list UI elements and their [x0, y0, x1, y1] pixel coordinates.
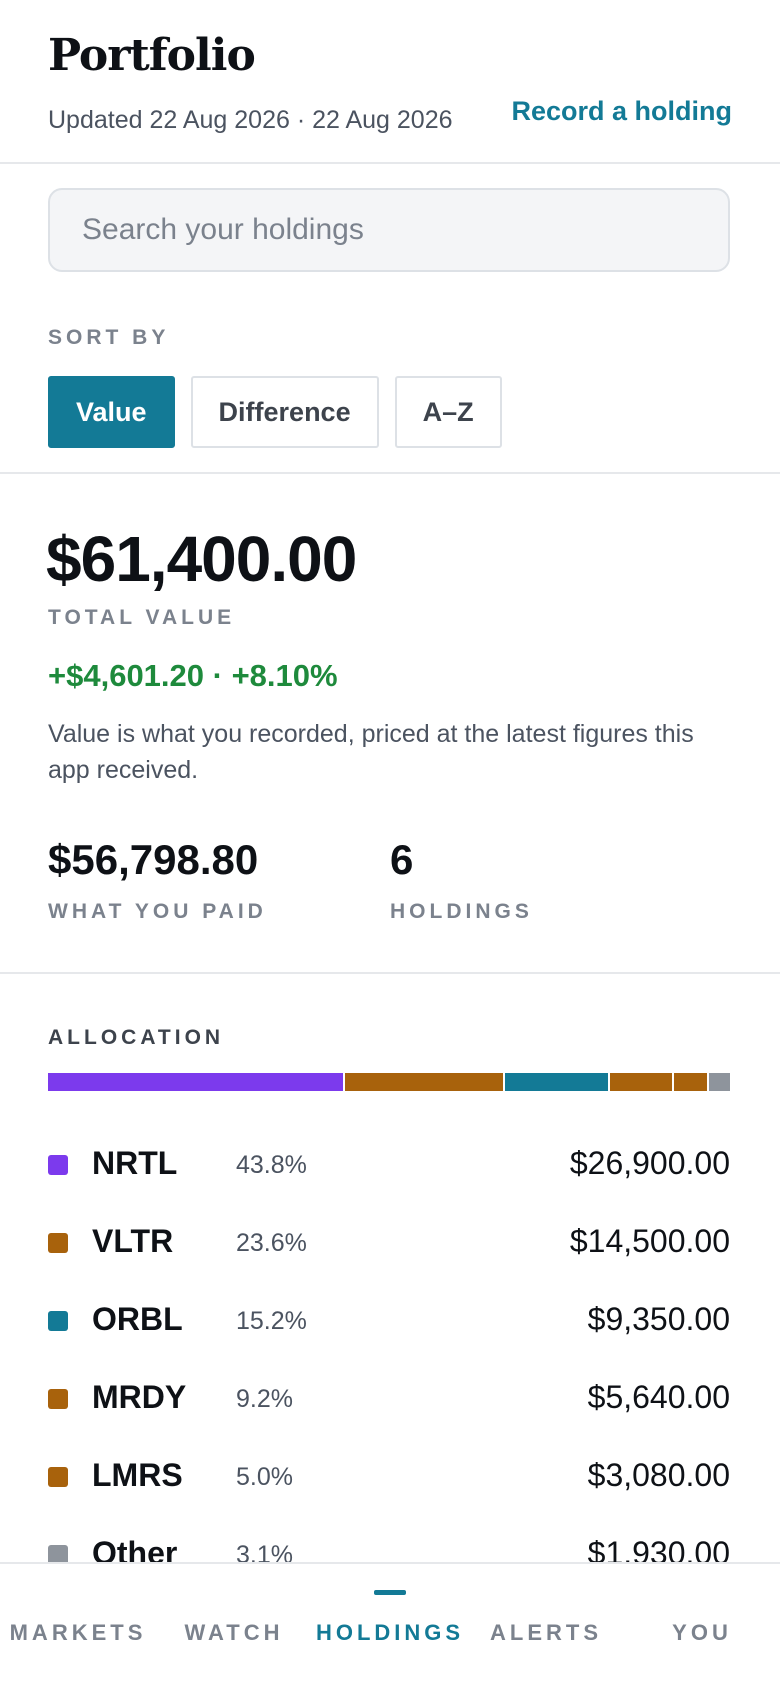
total-value-label: TOTAL VALUE [48, 606, 236, 629]
holding-symbol: ORBL [92, 1301, 183, 1337]
allocation-row-nrtl[interactable]: NRTL 43.8% $26,900.00 [48, 1125, 730, 1203]
sort-options: Value Difference A–Z [48, 376, 502, 448]
page-title: Portfolio [48, 30, 256, 81]
allocation-row-lmrs[interactable]: LMRS 5.0% $3,080.00 [48, 1437, 730, 1515]
tab-you[interactable]: YOU [624, 1564, 780, 1688]
swatch-icon [48, 1311, 68, 1331]
tab-holdings[interactable]: HOLDINGS [312, 1564, 468, 1688]
holding-symbol: NRTL [92, 1145, 178, 1181]
swatch-icon [48, 1155, 68, 1175]
allocation-segment-orbl [505, 1073, 608, 1091]
record-holding-link[interactable]: Record a holding [511, 96, 732, 127]
holding-percent: 43.8% [236, 1151, 307, 1179]
allocation-bar [48, 1073, 731, 1091]
section-divider [0, 472, 780, 474]
holding-symbol: LMRS [92, 1457, 183, 1493]
sort-value-button[interactable]: Value [48, 376, 175, 448]
total-change: +$4,601.20 · +8.10% [48, 658, 338, 693]
holding-symbol: MRDY [92, 1379, 187, 1415]
bottom-tab-bar: MARKETS WATCH HOLDINGS ALERTS YOU [0, 1562, 780, 1688]
updated-timestamp: Updated 22 Aug 2026 · 22 Aug 2026 [48, 106, 453, 134]
holding-amount: $9,350.00 [587, 1301, 730, 1337]
swatch-icon [48, 1233, 68, 1253]
holding-percent: 9.2% [236, 1385, 293, 1413]
holding-amount: $14,500.00 [569, 1223, 730, 1259]
page-header: Portfolio Updated 22 Aug 2026 · 22 Aug 2… [0, 0, 780, 164]
tab-label: MARKETS [9, 1620, 147, 1645]
active-tab-indicator [374, 1590, 406, 1595]
allocation-segment-vltr [344, 1073, 504, 1091]
tab-watch[interactable]: WATCH [156, 1564, 312, 1688]
sort-difference-button[interactable]: Difference [190, 376, 379, 448]
allocation-row-mrdy[interactable]: MRDY 9.2% $5,640.00 [48, 1359, 730, 1437]
holdings-label: HOLDINGS [390, 900, 533, 923]
swatch-icon [48, 1389, 68, 1409]
sort-az-button[interactable]: A–Z [394, 376, 502, 448]
allocation-list: NRTL 43.8% $26,900.00 VLTR 23.6% $14,500.00 OR… [48, 1125, 730, 1593]
tab-markets[interactable]: MARKETS [0, 1564, 156, 1688]
tab-label: WATCH [184, 1620, 284, 1645]
allocation-row-orbl[interactable]: ORBL 15.2% $9,350.00 [48, 1281, 730, 1359]
holding-symbol: VLTR [92, 1223, 174, 1259]
sort-by-label: SORT BY [48, 326, 170, 349]
tab-label: HOLDINGS [315, 1620, 465, 1645]
holding-percent: 23.6% [236, 1229, 307, 1257]
holding-percent: 15.2% [236, 1307, 307, 1335]
allocation-segment-other [709, 1073, 731, 1091]
allocation-label: ALLOCATION [48, 1026, 225, 1049]
holdings-count: 6 [390, 836, 414, 883]
allocation-segment-nrtl [48, 1073, 343, 1091]
holding-amount: $5,640.00 [587, 1379, 730, 1415]
paid-label: WHAT YOU PAID [48, 900, 267, 923]
value-note: Value is what you recorded, priced at th… [48, 720, 694, 784]
total-value-amount: $61,400.00 [46, 523, 357, 595]
holding-amount: $3,080.00 [587, 1457, 730, 1493]
allocation-segment-mrdy [609, 1073, 672, 1091]
paid-amount: $56,798.80 [48, 836, 259, 883]
tab-alerts[interactable]: ALERTS [468, 1564, 624, 1688]
allocation-row-vltr[interactable]: VLTR 23.6% $14,500.00 [48, 1203, 730, 1281]
tab-label: YOU [672, 1620, 732, 1645]
tab-label: ALERTS [490, 1620, 602, 1645]
allocation-segment-lmrs [673, 1073, 708, 1091]
search-input[interactable] [48, 188, 730, 272]
section-divider [0, 972, 780, 974]
swatch-icon [48, 1467, 68, 1487]
holding-amount: $26,900.00 [569, 1145, 730, 1181]
holding-percent: 5.0% [236, 1463, 293, 1491]
